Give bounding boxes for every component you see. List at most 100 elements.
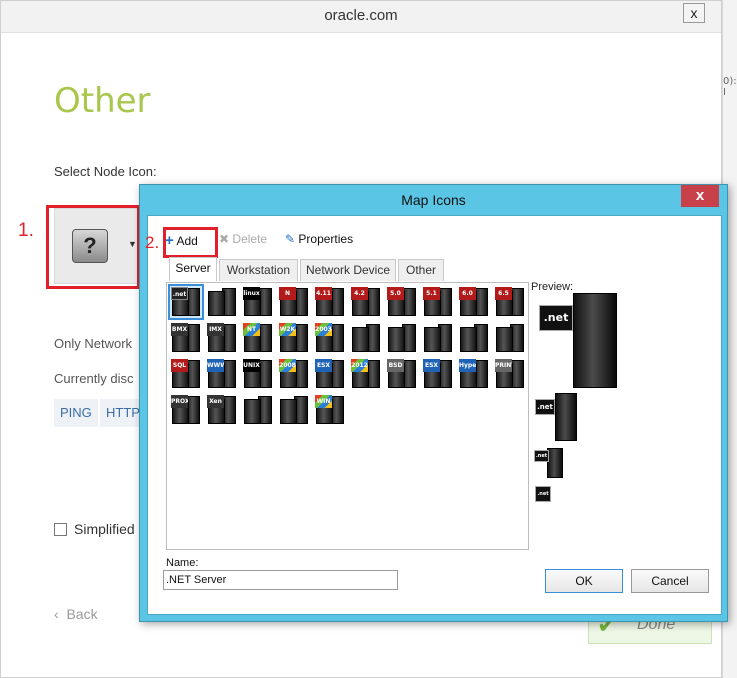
icon-badge: ESX [423, 359, 440, 372]
name-label: Name: [166, 557, 199, 569]
server-icon-cell[interactable]: W2K [278, 322, 310, 354]
map-icons-dialog: Map Icons x 2. + Add ✖ Delete ✎ Properti… [139, 184, 728, 622]
icon-badge: WIN [315, 395, 332, 408]
simplified-label: Simplified [74, 521, 135, 537]
icon-badge: 6.0 [459, 287, 476, 300]
step-1-annotation: 1. [18, 220, 34, 241]
server-icon [388, 327, 405, 352]
server-icon-cell[interactable]: ESX [314, 358, 346, 390]
back-label: Back [66, 606, 98, 622]
delete-button[interactable]: ✖ Delete [219, 232, 267, 246]
server-icon [208, 291, 225, 316]
server-icon-cell[interactable]: 5.1 [422, 286, 454, 318]
tab-other[interactable]: Other [398, 259, 444, 281]
icon-badge: ESX [315, 359, 332, 372]
icon-badge: N [279, 287, 296, 300]
server-icon-cell[interactable]: BSD [386, 358, 418, 390]
server-icon-cell[interactable]: 2008 [278, 358, 310, 390]
outer-close-button[interactable]: x [683, 3, 705, 23]
icon-badge: 6.5 [495, 287, 512, 300]
icon-badge: 5.0 [387, 287, 404, 300]
server-icon-cell[interactable]: 5.0 [386, 286, 418, 318]
server-icon-cell[interactable]: 2012 [350, 358, 382, 390]
server-icon-cell[interactable]: linux [242, 286, 274, 318]
server-icon [547, 448, 563, 478]
icon-badge: Xen [207, 395, 224, 408]
server-icon-cell[interactable]: Xen [206, 394, 238, 426]
only-network-text: Only Network [54, 336, 133, 351]
server-icon-cell[interactable] [422, 322, 454, 354]
simplified-checkbox[interactable] [54, 523, 67, 536]
server-icon-cell[interactable] [494, 322, 526, 354]
server-icon-cell[interactable]: .net [168, 284, 204, 320]
pencil-icon: ✎ [285, 232, 296, 246]
server-icon-cell[interactable]: 2003 [314, 322, 346, 354]
server-icon-cell[interactable]: UNIX [242, 358, 274, 390]
icon-badge: 2012 [351, 359, 368, 372]
server-icon-cell[interactable]: PRINT SERVER [494, 358, 526, 390]
page-title: Other [54, 81, 151, 121]
step-2-highlight [163, 227, 218, 258]
server-icon-cell[interactable]: PROXY [170, 394, 202, 426]
map-icons-title: Map Icons [401, 192, 466, 208]
server-icon [280, 399, 297, 424]
icon-badge: HyperV [459, 359, 476, 372]
ok-button[interactable]: OK [545, 569, 623, 593]
x-icon: ✖ [219, 232, 230, 246]
server-icon-cell[interactable]: WIN [314, 394, 346, 426]
server-icon-cell[interactable]: 4.11 [314, 286, 346, 318]
server-icon-cell[interactable] [278, 394, 310, 426]
name-field[interactable] [163, 570, 398, 590]
dotnet-icon: .net [535, 486, 551, 502]
icon-badge: UNIX [243, 359, 260, 372]
dotnet-icon: .net [535, 399, 555, 415]
server-icon [424, 327, 441, 352]
server-icon-cell[interactable]: WWW [206, 358, 238, 390]
icon-badge: .net [171, 287, 188, 300]
delete-label: Delete [232, 232, 268, 246]
server-icon-cell[interactable]: SQL [170, 358, 202, 390]
select-node-icon-label: Select Node Icon: [54, 164, 157, 179]
server-icon-cell[interactable]: 4.2 [350, 286, 382, 318]
server-icon-cell[interactable]: ESX [422, 358, 454, 390]
icon-badge: linux [243, 287, 260, 300]
icon-grid: .net linux N 4.11 4.2 5.0 5.1 6.0 6.5 BMX IMX NT W2K… [166, 282, 529, 550]
back-button[interactable]: ‹ Back [54, 606, 98, 622]
icon-badge: PROXY [171, 395, 188, 408]
protocol-badge-ping[interactable]: PING [54, 399, 98, 427]
icon-badge: 5.1 [423, 287, 440, 300]
tab-network-device[interactable]: Network Device [300, 259, 396, 281]
server-icon-cell[interactable]: BMX [170, 322, 202, 354]
server-icon-cell[interactable] [206, 286, 238, 318]
properties-label: Properties [298, 232, 354, 246]
server-icon-cell[interactable]: 6.0 [458, 286, 490, 318]
server-icon [460, 327, 477, 352]
server-icon-cell[interactable]: 6.5 [494, 286, 526, 318]
server-icon-cell[interactable]: N [278, 286, 310, 318]
cancel-button[interactable]: Cancel [631, 569, 709, 593]
server-icon-cell[interactable] [242, 394, 274, 426]
server-icon [573, 293, 617, 388]
server-icon-cell[interactable]: IMX [206, 322, 238, 354]
server-icon-cell[interactable]: HyperV [458, 358, 490, 390]
server-icon [352, 327, 369, 352]
server-icon-cell[interactable] [350, 322, 382, 354]
chevron-left-icon: ‹ [54, 606, 67, 622]
server-icon-cell[interactable]: NT [242, 322, 274, 354]
currently-discovered-text: Currently disc [54, 371, 134, 386]
step-1-highlight [46, 205, 140, 289]
dotnet-icon: .net [534, 450, 549, 462]
server-icon-cell[interactable] [458, 322, 490, 354]
outer-titlebar: oracle.com x [1, 1, 721, 33]
step-2-annotation: 2. [145, 233, 160, 252]
icon-badge: PRINT SERVER [495, 359, 512, 372]
tab-workstation[interactable]: Workstation [219, 259, 298, 281]
properties-button[interactable]: ✎ Properties [285, 232, 353, 246]
server-icon [555, 393, 577, 441]
map-icons-close-button[interactable]: x [681, 185, 719, 207]
server-icon-cell[interactable] [386, 322, 418, 354]
server-icon [244, 399, 261, 424]
tab-server[interactable]: Server [169, 257, 217, 281]
outer-window-title: oracle.com [324, 7, 398, 24]
preview-label: Preview: [531, 281, 574, 293]
